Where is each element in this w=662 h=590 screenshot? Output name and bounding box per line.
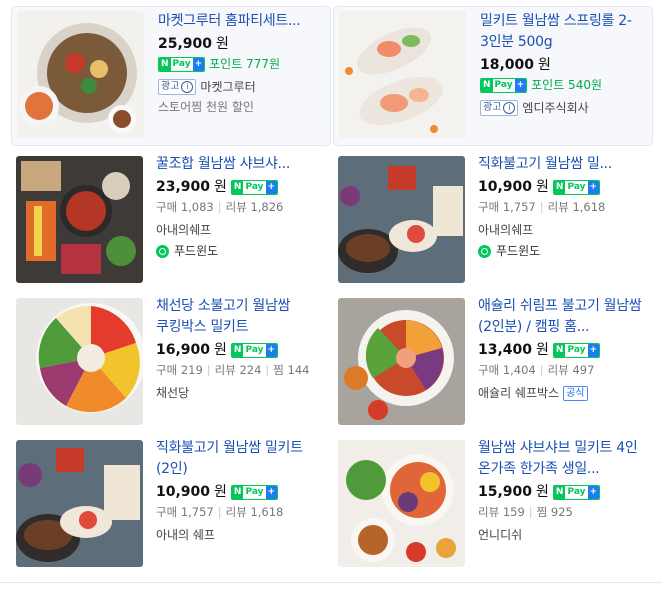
seller-name[interactable]: 아내의쉐프 <box>478 220 648 240</box>
npay-badge-icon: N Pay + <box>230 342 279 358</box>
product-stats: 구매 1,404 | 리뷰 497 <box>478 363 595 377</box>
npay-badge-icon: N Pay + <box>158 56 206 72</box>
npay-badge-icon: N Pay + <box>552 342 601 358</box>
ad-badge[interactable]: 광고 i <box>158 79 197 95</box>
product-price: 18,000 원 <box>480 57 551 73</box>
foodwindow-icon <box>156 244 169 258</box>
seller-row: 광고 i 마켓그루터 <box>158 77 328 97</box>
product-grid: 마켓그루터 홈파티세트... 25,900 원 N Pay + 포인트 777원 광고… <box>0 0 662 590</box>
seller-name[interactable]: 언니디쉬 <box>478 525 648 545</box>
product-card[interactable]: 월남쌈 샤브샤브 밀키트 4인 온가족 한가족 생일... 15,900 원 NP… <box>332 434 652 567</box>
npay-points: N Pay + 포인트 540원 <box>480 75 650 95</box>
product-image[interactable] <box>338 156 465 283</box>
seller-name[interactable]: 엠디주식회사 <box>522 98 588 118</box>
product-price: 10,900 원 N Pay + <box>156 482 326 502</box>
product-image[interactable] <box>16 440 143 567</box>
product-card[interactable]: 밀키트 월남쌈 스프링롤 2-3인분 500g 18,000 원 N Pay + 포인… <box>333 6 653 146</box>
product-stats: 구매 1,757 | 리뷰 1,618 <box>156 505 284 519</box>
product-stats: 구매 1,083 | 리뷰 1,826 <box>156 200 284 214</box>
npay-badge-icon: N Pay + <box>552 179 601 195</box>
product-card[interactable]: 꿀조합 월남쌈 샤브샤... 23,900 원 N Pay + 구매 1,083 | 리뷰… <box>10 150 330 283</box>
npay-badge-icon: N Pay + <box>230 484 279 500</box>
npay-badge-icon: N Pay + <box>230 179 279 195</box>
foodwindow-link[interactable]: 푸드윈도 <box>478 240 648 262</box>
product-stats: 구매 219 | 리뷰 224 | 찜 144 <box>156 363 310 377</box>
product-title[interactable]: 꿀조합 월남쌈 샤브샤... <box>156 154 326 175</box>
seller-row: 광고 i 엠디주식회사 <box>480 98 650 118</box>
product-image[interactable] <box>16 298 143 425</box>
product-title[interactable]: 채선당 소불고기 월남쌈 쿠킹박스 밀키트 <box>156 296 326 338</box>
product-price: 25,900 원 <box>158 36 229 52</box>
product-image[interactable] <box>17 11 144 138</box>
product-title[interactable]: 직화불고기 월남쌈 밀... <box>478 154 648 175</box>
seller-row: 애슐리 쉐프박스 공식 <box>478 383 648 403</box>
npay-badge-icon: N Pay + <box>552 484 601 500</box>
product-price: 23,900 원 N Pay + <box>156 177 326 197</box>
seller-name[interactable]: 마켓그루터 <box>200 77 255 97</box>
product-image[interactable] <box>339 11 466 138</box>
product-card[interactable]: 애슐리 쉬림프 불고기 월남쌈 (2인분) / 캠핑 홈... 13,400 원 … <box>332 292 652 425</box>
npay-badge-icon: N Pay + <box>480 77 528 93</box>
product-image[interactable] <box>338 298 465 425</box>
product-price: 10,900 원 N Pay + <box>478 177 648 197</box>
store-discount: 스토어찜 천원 할인 <box>158 100 254 114</box>
product-card[interactable]: 채선당 소불고기 월남쌈 쿠킹박스 밀키트 16,900 원 N Pay + 구매 2… <box>10 292 330 425</box>
product-card[interactable]: 직화불고기 월남쌈 밀... 10,900 원 N Pay + 구매 1,757 | 리뷰… <box>332 150 652 283</box>
product-title[interactable]: 월남쌈 샤브샤브 밀키트 4인 온가족 한가족 생일... <box>478 438 648 480</box>
official-badge: 공식 <box>563 385 588 401</box>
npay-points: N Pay + 포인트 777원 <box>158 54 328 74</box>
product-price: 13,400 원 N Pay + <box>478 340 648 360</box>
product-price: 15,900 원 N Pay + <box>478 482 648 502</box>
foodwindow-link[interactable]: 푸드윈도 <box>156 240 326 262</box>
product-title[interactable]: 애슐리 쉬림프 불고기 월남쌈 (2인분) / 캠핑 홈... <box>478 296 648 338</box>
product-image[interactable] <box>16 156 143 283</box>
product-title[interactable]: 직화불고기 월남쌈 밀키트(2인) <box>156 438 326 480</box>
info-icon: i <box>503 102 516 114</box>
product-price: 16,900 원 N Pay + <box>156 340 326 360</box>
ad-badge[interactable]: 광고 i <box>480 100 519 116</box>
product-image[interactable] <box>338 440 465 567</box>
product-card[interactable]: 마켓그루터 홈파티세트... 25,900 원 N Pay + 포인트 777원 광고… <box>11 6 331 146</box>
seller-name[interactable]: 아내의 쉐프 <box>156 525 326 545</box>
divider <box>0 582 662 583</box>
seller-name[interactable]: 채선당 <box>156 383 326 403</box>
seller-name[interactable]: 아내의쉐프 <box>156 220 326 240</box>
seller-name[interactable]: 애슐리 쉐프박스 <box>478 383 559 403</box>
product-stats: 리뷰 159 | 찜 925 <box>478 505 573 519</box>
product-title[interactable]: 밀키트 월남쌈 스프링롤 2-3인분 500g <box>480 11 650 53</box>
product-stats: 구매 1,757 | 리뷰 1,618 <box>478 200 606 214</box>
product-title[interactable]: 마켓그루터 홈파티세트... <box>158 11 328 32</box>
product-card[interactable]: 직화불고기 월남쌈 밀키트(2인) 10,900 원 N Pay + 구매 1,757… <box>10 434 330 567</box>
foodwindow-icon <box>478 244 491 258</box>
info-icon: i <box>181 81 194 93</box>
